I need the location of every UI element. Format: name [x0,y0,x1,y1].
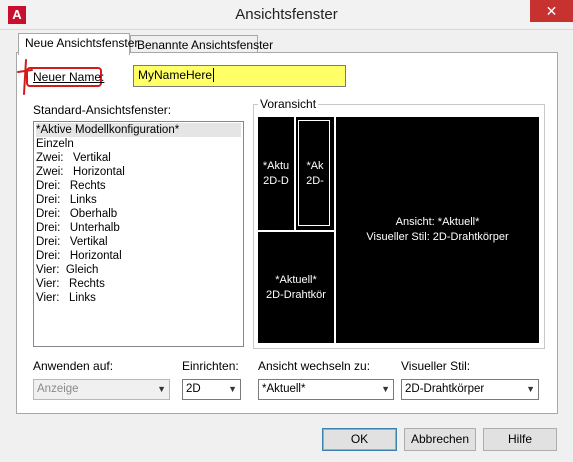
tab-new-viewports[interactable]: Neue Ansichtsfenster [18,33,138,55]
help-button[interactable]: Hilfe [483,428,557,451]
change-view-label: Ansicht wechseln zu: [258,359,371,373]
list-item[interactable]: Einzeln [36,137,241,151]
standard-viewports-label: Standard-Ansichtsfenster: [33,103,172,117]
preview-label: Voransicht [258,97,319,111]
list-item[interactable]: Drei: Horizontal [36,249,241,263]
chevron-down-icon: ▼ [228,384,237,394]
chevron-down-icon: ▼ [157,384,166,394]
ok-button[interactable]: OK [322,428,397,451]
list-item[interactable]: Drei: Unterhalb [36,221,241,235]
setup-label: Einrichten: [182,359,239,373]
new-name-input[interactable]: MyNameHere [133,65,346,87]
viewport-preview-main[interactable]: Ansicht: *Aktuell* Visueller Stil: 2D-Dra… [336,117,539,343]
visual-style-select[interactable]: 2D-Drahtkörper ▼ [401,379,539,400]
title-bar: A Ansichtsfenster ✕ [0,0,573,30]
standard-viewports-list[interactable]: *Aktive Modellkonfiguration* Einzeln Zwe… [33,121,244,347]
window-title: Ansichtsfenster [235,6,338,23]
list-item[interactable]: Zwei: Horizontal [36,165,241,179]
new-name-label: Neuer Name: [33,70,105,84]
list-item[interactable]: *Aktive Modellkonfiguration* [36,123,241,137]
tab-label: Neue Ansichtsfenster [25,36,139,50]
tab-label: Benannte Ansichtsfenster [137,38,274,52]
chevron-down-icon: ▼ [526,384,535,394]
cancel-button[interactable]: Abbrechen [404,428,476,451]
viewport-preview-3[interactable]: *Aktuell* 2D-Drahtkör [258,232,334,343]
close-button[interactable]: ✕ [530,0,573,22]
change-view-select[interactable]: *Aktuell* ▼ [258,379,394,400]
list-item[interactable]: Drei: Rechts [36,179,241,193]
apply-to-select[interactable]: Anzeige ▼ [33,379,170,400]
setup-select[interactable]: 2D ▼ [182,379,241,400]
viewport-preview-1[interactable]: *Aktu 2D-D [258,117,294,230]
list-item[interactable]: Drei: Links [36,193,241,207]
list-item[interactable]: Zwei: Vertikal [36,151,241,165]
viewport-preview-2[interactable]: *Ak 2D- [296,117,334,230]
chevron-down-icon: ▼ [381,384,390,394]
visual-style-label: Visueller Stil: [401,359,471,373]
list-item[interactable]: Drei: Vertikal [36,235,241,249]
list-item[interactable]: Vier: Rechts [36,277,241,291]
close-icon: ✕ [545,3,558,19]
list-item[interactable]: Drei: Oberhalb [36,207,241,221]
list-item[interactable]: Vier: Gleich [36,263,241,277]
list-item[interactable]: Vier: Links [36,291,241,305]
preview-canvas: *Aktu 2D-D *Ak 2D- *Aktuell* 2D-Drahtkör An… [258,117,539,343]
apply-to-label: Anwenden auf: [33,359,114,373]
